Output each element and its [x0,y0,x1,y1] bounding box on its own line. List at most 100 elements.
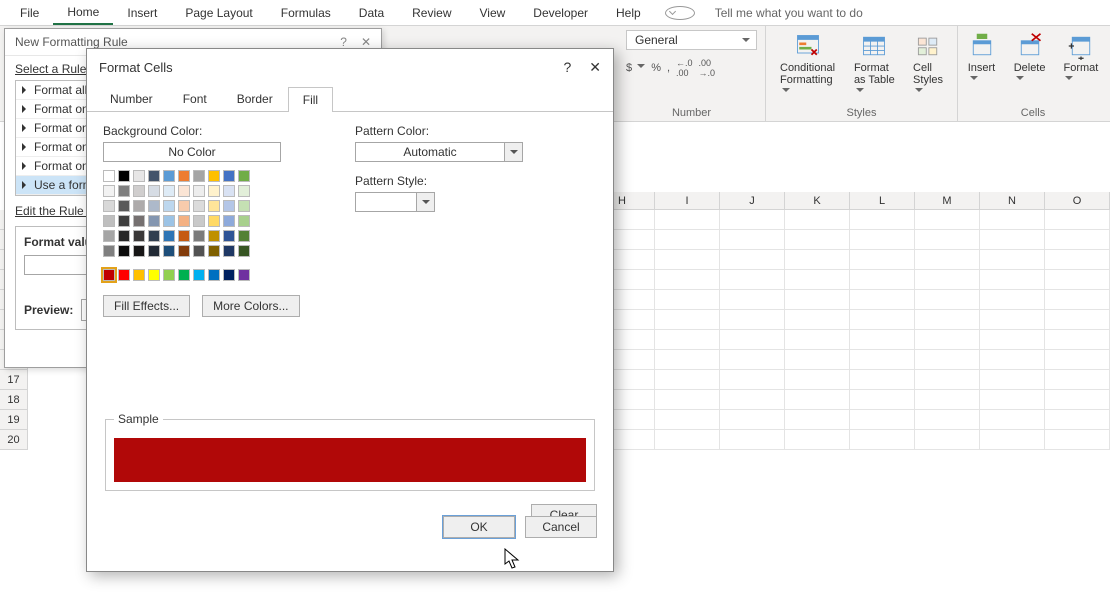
cell[interactable] [1045,290,1110,310]
color-swatch[interactable] [133,245,145,257]
color-swatch[interactable] [238,269,250,281]
cell[interactable] [850,390,915,410]
cell[interactable] [720,430,785,450]
close-icon[interactable]: ✕ [589,59,601,76]
cell[interactable] [1045,310,1110,330]
color-swatch[interactable] [103,185,115,197]
tab-view[interactable]: View [466,2,520,24]
color-swatch[interactable] [163,215,175,227]
color-swatch[interactable] [133,200,145,212]
cell[interactable] [850,270,915,290]
close-icon[interactable]: ✕ [361,35,371,49]
cell[interactable] [785,210,850,230]
cell[interactable] [915,350,980,370]
cell[interactable] [850,350,915,370]
color-swatch[interactable] [193,185,205,197]
color-swatch[interactable] [118,245,130,257]
color-swatch[interactable] [208,215,220,227]
cell[interactable] [1045,330,1110,350]
color-swatch[interactable] [223,185,235,197]
color-swatch[interactable] [163,245,175,257]
color-swatch[interactable] [178,245,190,257]
cell[interactable] [720,230,785,250]
cell[interactable] [980,330,1045,350]
color-swatch[interactable] [208,170,220,182]
cell[interactable] [655,370,720,390]
color-swatch[interactable] [118,230,130,242]
cell[interactable] [850,330,915,350]
cell[interactable] [720,390,785,410]
cell[interactable] [720,270,785,290]
cell[interactable] [915,430,980,450]
tab-border[interactable]: Border [222,86,288,111]
cell[interactable] [720,350,785,370]
cell[interactable] [980,370,1045,390]
cell[interactable] [655,250,720,270]
delete-cells-button[interactable]: Delete [1008,30,1052,88]
cell[interactable] [720,290,785,310]
increase-decimal-button[interactable]: ←.0.00 [676,58,693,78]
col-header[interactable]: M [915,192,980,210]
conditional-formatting-button[interactable]: Conditional Formatting [774,30,842,100]
cell[interactable] [850,370,915,390]
cell-styles-button[interactable]: Cell Styles [907,30,949,100]
color-swatch[interactable] [133,170,145,182]
col-header[interactable]: L [850,192,915,210]
more-colors-button[interactable]: More Colors... [202,295,299,317]
cell[interactable] [655,410,720,430]
percent-button[interactable]: % [651,62,661,74]
row-header[interactable]: 20 [0,430,28,450]
cell[interactable] [1045,430,1110,450]
cell[interactable] [915,270,980,290]
tab-number[interactable]: Number [95,86,168,111]
help-icon[interactable]: ? [563,59,571,76]
tab-help[interactable]: Help [602,2,655,24]
tab-home[interactable]: Home [53,1,113,25]
cell[interactable] [915,330,980,350]
color-swatch[interactable] [103,170,115,182]
cell[interactable] [1045,230,1110,250]
row-header[interactable]: 19 [0,410,28,430]
cell[interactable] [850,290,915,310]
tab-file[interactable]: File [6,2,53,24]
cell[interactable] [1045,210,1110,230]
cell[interactable] [720,330,785,350]
col-header[interactable]: K [785,192,850,210]
pattern-style-dropdown[interactable] [355,192,435,212]
cell[interactable] [655,430,720,450]
cell[interactable] [785,290,850,310]
cell[interactable] [720,310,785,330]
color-swatch[interactable] [208,200,220,212]
tab-formulas[interactable]: Formulas [267,2,345,24]
cell[interactable] [980,310,1045,330]
comma-button[interactable]: , [667,62,670,74]
color-swatch[interactable] [178,170,190,182]
color-swatch[interactable] [238,245,250,257]
color-swatch[interactable] [238,215,250,227]
cell[interactable] [1045,350,1110,370]
color-swatch[interactable] [133,269,145,281]
color-swatch[interactable] [103,215,115,227]
row-header[interactable]: 17 [0,370,28,390]
cell[interactable] [850,210,915,230]
color-swatch[interactable] [148,245,160,257]
cell[interactable] [655,390,720,410]
cell[interactable] [915,370,980,390]
cell[interactable] [980,210,1045,230]
cell[interactable] [915,250,980,270]
cell[interactable] [850,230,915,250]
cell[interactable] [785,250,850,270]
cell[interactable] [980,350,1045,370]
color-swatch[interactable] [238,200,250,212]
cell[interactable] [1045,410,1110,430]
color-swatch[interactable] [223,269,235,281]
pattern-color-dropdown[interactable]: Automatic [355,142,523,162]
cell[interactable] [915,290,980,310]
tab-page-layout[interactable]: Page Layout [171,2,266,24]
color-swatch[interactable] [238,185,250,197]
cell[interactable] [980,410,1045,430]
cell[interactable] [915,230,980,250]
color-swatch[interactable] [163,185,175,197]
cell[interactable] [655,310,720,330]
cell[interactable] [785,350,850,370]
